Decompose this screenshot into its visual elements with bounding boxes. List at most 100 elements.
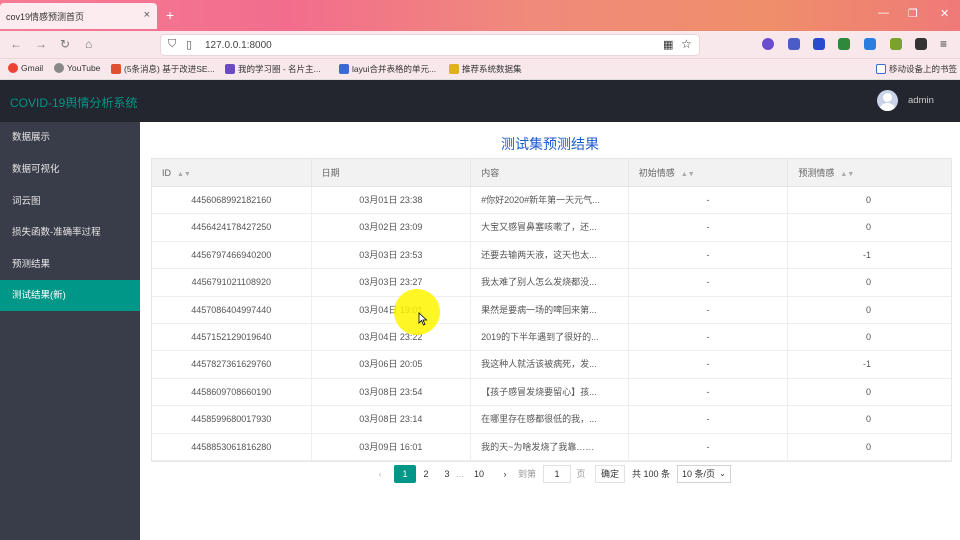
- extension-undo-icon[interactable]: [813, 38, 825, 50]
- table-row[interactable]: 4456424178427250 03月02日 23:09 大宝又感冒鼻塞咳嗽了，还…: [152, 214, 951, 242]
- sidebar-item-visualization[interactable]: 数据可视化: [0, 154, 140, 185]
- table-row[interactable]: 4458599680017930 03月08日 23:14 在哪里存在感都很低的我，…: [152, 406, 951, 434]
- forward-icon[interactable]: →: [35, 37, 47, 51]
- table-row[interactable]: 4456797466940200 03月03日 23:53 还要去输两天液，这天也太…: [152, 241, 951, 270]
- sidebar-item-data-display[interactable]: 数据展示: [0, 122, 140, 153]
- url-text: 127.0.0.1:8000: [205, 40, 272, 51]
- qr-code-icon[interactable]: ▦: [663, 38, 673, 51]
- prev-page-button[interactable]: ‹: [372, 465, 388, 483]
- table-row[interactable]: 4457152129019640 03月04日 23:22 2019的下半年遇到了很…: [152, 323, 951, 352]
- star-icon[interactable]: ☆: [681, 37, 692, 51]
- row-initial-sentiment: -: [629, 214, 789, 242]
- row-initial-sentiment: -: [629, 269, 789, 297]
- row-id: 4456068992182160: [152, 187, 312, 214]
- table-row[interactable]: 4457086404997440 03月04日 19:01 果然是要病一场的啤回来第…: [152, 296, 951, 324]
- close-tab-icon[interactable]: ×: [144, 9, 150, 21]
- row-predicted-sentiment: -1: [862, 249, 871, 260]
- avatar[interactable]: [877, 90, 898, 111]
- shield-icon: ⛉: [168, 38, 177, 50]
- row-date: 03月06日 20:05: [312, 351, 472, 379]
- user-name[interactable]: admin: [908, 95, 934, 106]
- row-id: 4458599680017930: [152, 406, 312, 434]
- sidebar-item-wordcloud[interactable]: 词云图: [0, 186, 140, 217]
- column-header-initial[interactable]: 初始情感 ▲▼: [629, 159, 789, 187]
- confirm-button[interactable]: 确定: [595, 465, 625, 483]
- sidebar: 数据展示 数据可视化 词云图 损失函数-准确率过程 预测结果 测试结果(新): [0, 122, 140, 540]
- table-row[interactable]: 4456068992182160 03月01日 23:38 #你好2020#新年第一…: [152, 187, 951, 215]
- goto-page-input[interactable]: 1: [543, 465, 571, 483]
- page-2-button[interactable]: 2: [419, 465, 433, 483]
- sidebar-item-loss-accuracy[interactable]: 损失函数-准确率过程: [0, 217, 140, 248]
- page-title: 测试集预测结果: [501, 137, 599, 153]
- next-page-button[interactable]: ›: [498, 465, 512, 483]
- row-date: 03月03日 23:27: [312, 269, 472, 297]
- row-content: 2019的下半年遇到了很好的...: [471, 323, 629, 351]
- bookmark-dataset[interactable]: 推荐系统数据集: [449, 63, 522, 75]
- address-bar[interactable]: ⛉ ▯ 127.0.0.1:8000 ▦ ☆: [160, 34, 700, 56]
- dataset-icon: [449, 64, 459, 74]
- row-content: 果然是要病一场的啤回来第...: [471, 296, 629, 324]
- page-1-button[interactable]: 1: [394, 465, 416, 483]
- close-window-icon[interactable]: ✕: [940, 7, 949, 20]
- column-header-content: 内容: [471, 159, 629, 187]
- back-icon[interactable]: ←: [10, 37, 22, 51]
- bookmark-layui[interactable]: layui合并表格的单元...: [339, 63, 436, 75]
- row-predicted-sentiment: 0: [865, 195, 871, 205]
- browser-nav-bar: ← → ↻ ⌂ ⛉ ▯ 127.0.0.1:8000 ▦ ☆ ≡: [0, 31, 960, 59]
- row-id: 4457152129019640: [152, 323, 312, 351]
- menu-icon[interactable]: ≡: [940, 37, 947, 51]
- results-table: ID ▲▼ 日期 内容 初始情感 ▲▼ 预测情感 ▲▼ 445606899218216…: [151, 158, 952, 462]
- bookmark-youtube[interactable]: YouTube: [54, 63, 100, 73]
- bookmark-csdn[interactable]: (5条消息) 基于改进SE...: [111, 63, 215, 75]
- row-content: #你好2020#新年第一天元气...: [471, 187, 629, 214]
- extension-badge-icon[interactable]: [890, 38, 902, 50]
- row-initial-sentiment: -: [629, 323, 789, 351]
- row-initial-sentiment: -: [629, 351, 789, 379]
- column-header-id[interactable]: ID ▲▼: [152, 159, 312, 187]
- minimize-icon[interactable]: —: [878, 7, 889, 19]
- cursor-icon: [418, 312, 428, 326]
- extension-m-icon[interactable]: [762, 38, 774, 50]
- page-10-button[interactable]: 10: [469, 465, 489, 483]
- row-date: 03月09日 16:01: [312, 433, 472, 461]
- row-content: 【孩子感冒发烧要留心】孩...: [471, 378, 629, 406]
- reload-icon[interactable]: ↻: [60, 37, 70, 51]
- sort-icon[interactable]: ▲▼: [177, 171, 191, 178]
- bookmark-mobile[interactable]: 移动设备上的书签: [876, 63, 957, 75]
- bookmark-study[interactable]: 我的学习圈 - 名片主...: [225, 63, 321, 75]
- page-size-select[interactable]: 10 条/页 ⌄: [677, 465, 731, 483]
- row-content: 还要去输两天液，这天也太...: [471, 241, 629, 269]
- extension-crop-icon[interactable]: [788, 38, 800, 50]
- table-row[interactable]: 4458609708660190 03月08日 23:54 【孩子感冒发烧要留心】孩…: [152, 378, 951, 407]
- chevron-down-icon: ⌄: [719, 469, 726, 478]
- table-row[interactable]: 4456791021108920 03月03日 23:27 我太难了别人怎么发烧都没…: [152, 269, 951, 297]
- extension-square-icon[interactable]: [915, 38, 927, 50]
- new-tab-button[interactable]: +: [166, 7, 174, 23]
- sort-icon[interactable]: ▲▼: [840, 171, 854, 178]
- sidebar-item-test-results[interactable]: 测试结果(新): [0, 280, 140, 311]
- bookmark-gmail[interactable]: Gmail: [8, 63, 43, 73]
- page-3-button[interactable]: 3: [440, 465, 454, 483]
- row-id: 4458609708660190: [152, 378, 312, 406]
- sort-icon[interactable]: ▲▼: [681, 171, 695, 178]
- extension-b-icon[interactable]: [864, 38, 876, 50]
- cursor-highlight: [394, 289, 440, 335]
- browser-tab[interactable]: cov19情感预测首页 ×: [0, 3, 157, 29]
- row-id: 4457086404997440: [152, 296, 312, 324]
- row-id: 4458853061816280: [152, 433, 312, 461]
- table-row[interactable]: 4458853061816280 03月09日 16:01 我的天~为啥发烧了我靠……: [152, 433, 951, 461]
- row-initial-sentiment: -: [629, 406, 789, 434]
- column-header-predicted[interactable]: 预测情感 ▲▼: [788, 159, 951, 187]
- home-icon[interactable]: ⌂: [85, 37, 92, 51]
- pagination: ‹ 1 2 3 … 10 › 到第 1 页 确定 共 100 条 10 条/页 ⌄: [140, 463, 960, 485]
- maximize-icon[interactable]: ❐: [908, 7, 918, 20]
- table-row[interactable]: 4457827361629760 03月06日 20:05 我这种人就活该被病死，发…: [152, 351, 951, 379]
- row-id: 4456797466940200: [152, 241, 312, 269]
- sidebar-item-prediction[interactable]: 预测结果: [0, 249, 140, 280]
- folder-icon: [876, 64, 886, 74]
- extension-green-icon[interactable]: [838, 38, 850, 50]
- row-date: 03月08日 23:14: [312, 406, 472, 434]
- row-date: 03月01日 23:38: [312, 187, 472, 214]
- row-date: 03月04日 19:01: [312, 296, 472, 324]
- row-predicted-sentiment: -1: [862, 359, 871, 370]
